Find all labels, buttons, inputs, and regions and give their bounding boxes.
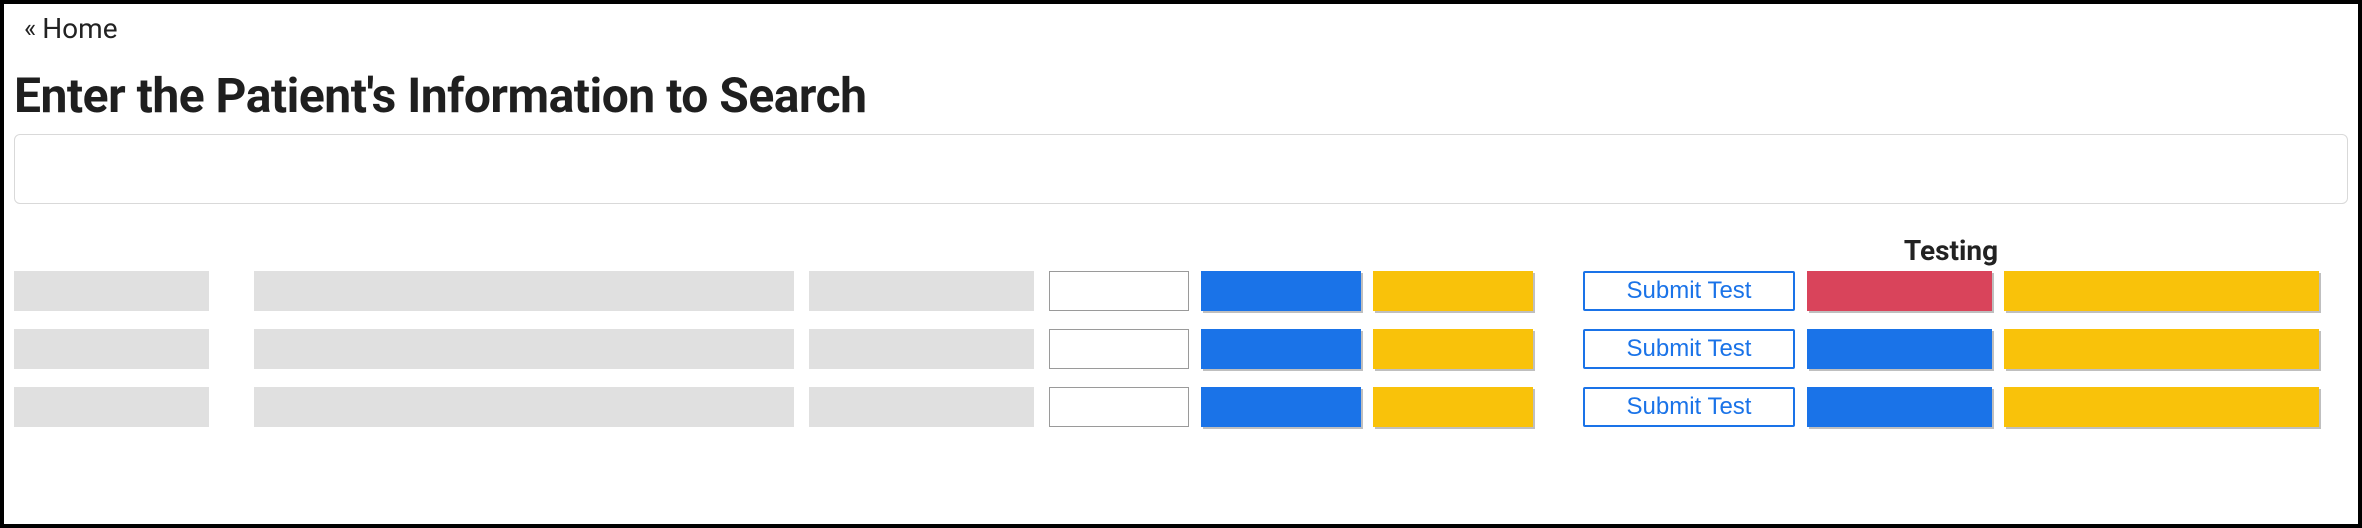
row-action-yellow-wide[interactable] <box>2004 271 2319 311</box>
row-action-yellow[interactable] <box>1373 271 1533 311</box>
row-action-yellow-wide[interactable] <box>2004 329 2319 369</box>
placeholder-cell <box>254 329 794 369</box>
breadcrumb-home[interactable]: « Home <box>24 12 118 45</box>
row-input[interactable] <box>1049 271 1189 311</box>
row-status-button[interactable] <box>1807 329 1992 369</box>
row-action-blue[interactable] <box>1201 387 1361 427</box>
row-action-yellow-wide[interactable] <box>2004 387 2319 427</box>
row-action-blue[interactable] <box>1201 271 1361 311</box>
testing-header-row: Testing <box>14 234 2348 267</box>
row-status-button[interactable] <box>1807 271 1992 311</box>
breadcrumb-label: Home <box>42 12 117 45</box>
placeholder-cell <box>14 329 209 369</box>
placeholder-cell <box>254 271 794 311</box>
placeholder-cell <box>809 387 1034 427</box>
placeholder-cell <box>14 387 209 427</box>
row-action-yellow[interactable] <box>1373 387 1533 427</box>
placeholder-cell <box>809 271 1034 311</box>
chevron-left-icon: « <box>24 16 36 42</box>
submit-test-button[interactable]: Submit Test <box>1583 271 1795 311</box>
row-input[interactable] <box>1049 387 1189 427</box>
placeholder-cell <box>254 387 794 427</box>
page-title: Enter the Patient's Information to Searc… <box>14 67 2348 124</box>
row-action-yellow[interactable] <box>1373 329 1533 369</box>
row-action-blue[interactable] <box>1201 329 1361 369</box>
placeholder-cell <box>14 271 209 311</box>
patient-search-input[interactable] <box>14 134 2348 204</box>
submit-test-button[interactable]: Submit Test <box>1583 329 1795 369</box>
placeholder-cell <box>809 329 1034 369</box>
row-status-button[interactable] <box>1807 387 1992 427</box>
submit-test-button[interactable]: Submit Test <box>1583 387 1795 427</box>
results-grid: Submit Test Submit Test <box>14 271 2348 427</box>
testing-section-header: Testing <box>1583 234 2319 267</box>
row-input[interactable] <box>1049 329 1189 369</box>
app-frame: « Home Enter the Patient's Information t… <box>0 0 2362 528</box>
